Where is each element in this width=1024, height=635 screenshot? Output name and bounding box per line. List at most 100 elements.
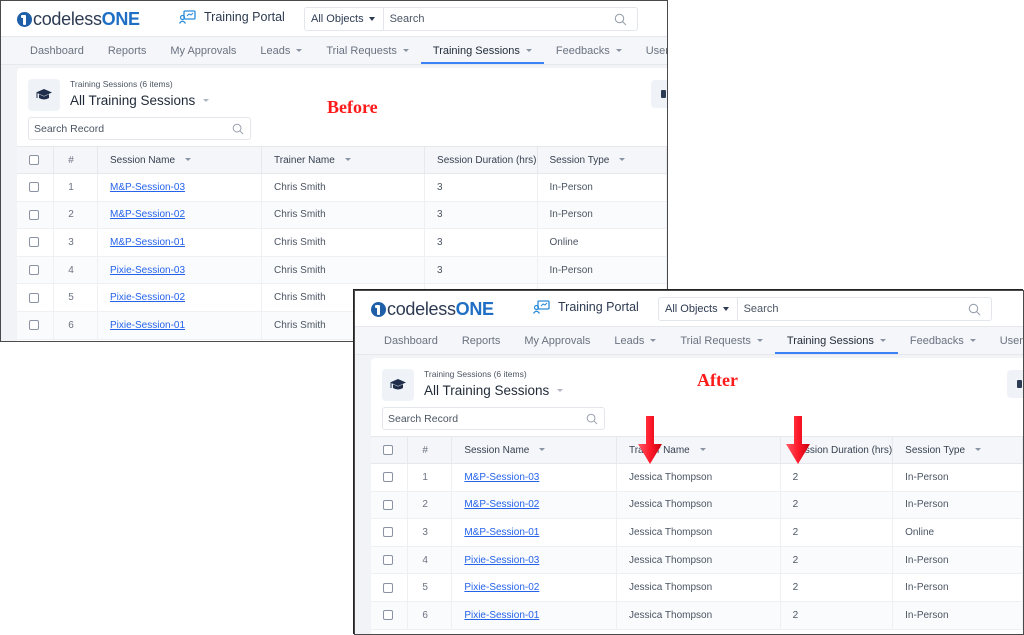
trainer-name-cell: Jessica Thompson (616, 573, 781, 602)
app-logo[interactable]: codelessONE (371, 299, 494, 319)
sort-caret-icon[interactable] (975, 448, 982, 452)
row-checkbox[interactable] (29, 264, 39, 275)
nav-tab-reports[interactable]: Reports (96, 37, 159, 64)
row-checkbox[interactable] (383, 610, 393, 621)
session-name-link[interactable]: Pixie-Session-03 (110, 265, 185, 276)
column-header-trainer-name[interactable]: Trainer Name (261, 146, 426, 174)
session-name-cell: M&P-Session-03 (451, 463, 617, 492)
session-type-cell: In-Person (537, 201, 667, 230)
nav-tab-label: Reports (107, 44, 147, 57)
session-duration-cell: 2 (780, 463, 894, 492)
session-name-cell: M&P-Session-03 (97, 173, 263, 202)
session-name-link[interactable]: M&P-Session-02 (110, 209, 185, 220)
nav-tab-training-sessions[interactable]: Training Sessions (774, 327, 898, 354)
column-header-session-type[interactable]: Session Type (537, 146, 667, 174)
column-header-session-name[interactable]: Session Name (451, 436, 617, 464)
portal-title-text: Training Portal (204, 10, 285, 24)
select-all-checkbox[interactable] (383, 444, 393, 455)
nav-tab-training-sessions[interactable]: Training Sessions (420, 37, 544, 64)
row-number: 3 (407, 518, 453, 547)
row-number: 4 (53, 256, 98, 285)
nav-tab-my-approvals[interactable]: My Approvals (512, 327, 602, 354)
row-checkbox[interactable] (29, 320, 39, 331)
row-checkbox[interactable] (383, 499, 393, 510)
global-search: All Objects Search (658, 297, 992, 321)
nav-tab-reports[interactable]: Reports (450, 327, 513, 354)
row-checkbox[interactable] (29, 209, 39, 220)
object-filter-dropdown[interactable]: All Objects (305, 8, 384, 30)
nav-tab-feedbacks[interactable]: Feedbacks (898, 327, 988, 354)
session-duration-cell: 2 (780, 491, 894, 520)
column-header-session-type[interactable]: Session Type (892, 436, 1023, 464)
trainer-name-cell: Chris Smith (261, 201, 426, 230)
nav-tab-user-profiles[interactable]: User Profiles (988, 327, 1023, 354)
session-name-link[interactable]: Pixie-Session-01 (464, 610, 539, 621)
search-input[interactable]: Search (384, 13, 614, 25)
nav-tab-label: Training Sessions (432, 44, 520, 57)
portal-title[interactable]: Training Portal (179, 10, 285, 24)
nav-tab-trial-requests[interactable]: Trial Requests (314, 37, 421, 64)
list-view-selector[interactable]: All Training Sessions (424, 383, 564, 398)
search-input[interactable]: Search (738, 303, 968, 315)
row-checkbox[interactable] (383, 582, 393, 593)
search-icon[interactable] (614, 13, 627, 26)
session-name-cell: Pixie-Session-01 (97, 311, 263, 340)
row-select-cell (17, 228, 55, 257)
global-search: All Objects Search (304, 7, 638, 31)
row-checkbox[interactable] (29, 237, 39, 248)
nav-tab-label: User Profiles (999, 334, 1023, 347)
session-name-link[interactable]: M&P-Session-01 (110, 237, 185, 248)
app-logo[interactable]: codelessONE (17, 9, 140, 29)
portal-title[interactable]: Training Portal (533, 300, 639, 314)
table-row: 2 M&P-Session-02 Jessica Thompson 2 In-Perso… (371, 491, 1023, 520)
session-name-cell: Pixie-Session-02 (97, 283, 263, 312)
nav-tab-label: User Profiles (645, 44, 668, 57)
row-checkbox[interactable] (383, 527, 393, 538)
nav-tab-my-approvals[interactable]: My Approvals (158, 37, 248, 64)
logo-text-accent: ONE (455, 298, 494, 319)
trainer-name-cell: Jessica Thompson (616, 518, 781, 547)
record-search-input[interactable]: Search Record (382, 407, 605, 430)
row-number: 6 (407, 601, 453, 630)
nav-tab-user-profiles[interactable]: User Profiles (634, 37, 668, 64)
list-view-card: Training Sessions (6 items) All Training… (371, 358, 1023, 634)
row-checkbox[interactable] (29, 292, 39, 303)
nav-tab-dashboard[interactable]: Dashboard (1, 37, 96, 64)
sort-caret-icon[interactable] (185, 158, 192, 162)
session-name-link[interactable]: M&P-Session-01 (464, 527, 539, 538)
select-all-checkbox[interactable] (29, 154, 39, 165)
row-select-cell (371, 546, 409, 575)
search-icon[interactable] (968, 303, 981, 316)
session-name-link[interactable]: Pixie-Session-01 (110, 320, 185, 331)
nav-tab-trial-requests[interactable]: Trial Requests (668, 327, 775, 354)
session-name-link[interactable]: M&P-Session-03 (464, 472, 539, 483)
view-toggle-button[interactable] (651, 80, 667, 108)
nav-tab-label: Training Sessions (786, 334, 874, 347)
record-search-input[interactable]: Search Record (28, 117, 251, 140)
row-checkbox[interactable] (383, 554, 393, 565)
nav-tab-leads[interactable]: Leads (602, 327, 668, 354)
session-name-link[interactable]: Pixie-Session-03 (464, 555, 539, 566)
logo-text: codeless (387, 298, 456, 319)
sort-caret-icon[interactable] (344, 158, 351, 162)
column-header-session-name[interactable]: Session Name (97, 146, 263, 174)
session-name-link[interactable]: Pixie-Session-02 (464, 582, 539, 593)
sort-caret-icon[interactable] (699, 448, 706, 452)
view-toggle-button[interactable] (1007, 370, 1023, 398)
nav-tab-leads[interactable]: Leads (248, 37, 314, 64)
session-name-link[interactable]: M&P-Session-02 (464, 499, 539, 510)
column-header-session-duration[interactable]: Session Duration (hrs) (424, 146, 538, 174)
trainer-name-cell: Jessica Thompson (616, 463, 781, 492)
sort-caret-icon[interactable] (619, 158, 626, 162)
list-view-selector[interactable]: All Training Sessions (70, 93, 210, 108)
session-name-link[interactable]: Pixie-Session-02 (110, 292, 185, 303)
row-checkbox[interactable] (383, 472, 393, 483)
object-filter-dropdown[interactable]: All Objects (659, 298, 738, 320)
sort-caret-icon[interactable] (539, 448, 546, 452)
row-checkbox[interactable] (29, 182, 39, 193)
nav-tab-feedbacks[interactable]: Feedbacks (544, 37, 634, 64)
session-name-cell: Pixie-Session-03 (97, 256, 263, 285)
session-name-link[interactable]: M&P-Session-03 (110, 182, 185, 193)
caret-down-icon (756, 339, 763, 342)
nav-tab-dashboard[interactable]: Dashboard (355, 327, 450, 354)
